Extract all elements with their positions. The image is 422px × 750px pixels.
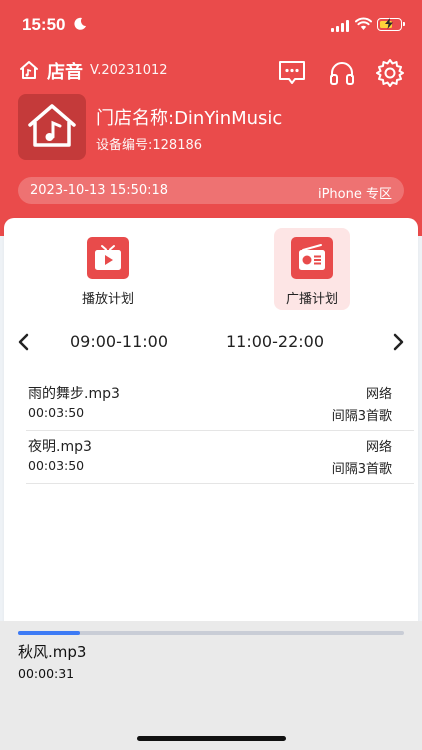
moon-icon bbox=[74, 17, 86, 30]
track-duration: 00:03:50 bbox=[28, 405, 85, 420]
chat-icon[interactable] bbox=[277, 58, 307, 88]
settings-gear-icon[interactable] bbox=[375, 58, 405, 88]
track-row[interactable]: 夜明.mp3 00:03:50 网络 间隔3首歌 bbox=[26, 431, 414, 484]
broadcast-plan-label: 广播计划 bbox=[285, 292, 338, 307]
status-bar: 15:50 bbox=[0, 0, 422, 50]
track-source: 网络 bbox=[365, 387, 392, 402]
radio-icon bbox=[299, 244, 325, 270]
store-name: 门店名称:DinYinMusic bbox=[96, 108, 283, 129]
time-slot-2[interactable]: 11:00-22:00 bbox=[226, 332, 324, 351]
track-row[interactable]: 雨的舞步.mp3 00:03:50 网络 间隔3首歌 bbox=[26, 378, 414, 431]
time-slot-1[interactable]: 09:00-11:00 bbox=[70, 332, 168, 351]
schedule-card: 播放计划 广播计划 09:00-11:00 11:00-22:00 雨的舞步.m… bbox=[4, 218, 418, 624]
track-interval: 间隔3首歌 bbox=[331, 462, 392, 477]
track-duration: 00:03:50 bbox=[28, 458, 85, 473]
track-interval: 间隔3首歌 bbox=[331, 409, 392, 424]
playback-progress-fill bbox=[18, 631, 80, 635]
battery-icon bbox=[377, 18, 405, 31]
track-name: 夜明.mp3 bbox=[28, 439, 92, 455]
current-datetime: 2023-10-13 15:50:18 bbox=[30, 183, 169, 198]
store-home-icon bbox=[20, 61, 38, 79]
play-plan-label: 播放计划 bbox=[81, 292, 134, 307]
wifi-icon bbox=[355, 17, 372, 30]
now-playing-track: 秋风.mp3 bbox=[18, 643, 87, 661]
track-source: 网络 bbox=[365, 440, 392, 455]
chevron-left-icon[interactable] bbox=[16, 333, 32, 351]
chevron-right-icon[interactable] bbox=[390, 333, 406, 351]
device-number: 设备编号:128186 bbox=[96, 138, 203, 153]
now-playing-elapsed: 00:00:31 bbox=[18, 666, 75, 681]
play-plan-icon bbox=[95, 245, 121, 270]
track-name: 雨的舞步.mp3 bbox=[28, 386, 120, 402]
app-header: 15:50 店音 V.20231012 门店名称:DinYinMusic 设备编… bbox=[0, 0, 422, 236]
app-name: 店音 bbox=[47, 62, 83, 83]
status-time: 15:50 bbox=[22, 15, 66, 34]
date-bar: 2023-10-13 15:50:18 iPhone 专区 bbox=[18, 177, 404, 204]
store-logo bbox=[18, 94, 86, 160]
headset-icon[interactable] bbox=[327, 58, 357, 88]
home-indicator[interactable] bbox=[137, 736, 286, 741]
broadcast-plan-button[interactable]: 广播计划 bbox=[274, 228, 350, 310]
cellular-signal-icon bbox=[331, 19, 349, 32]
iphone-zone-label[interactable]: iPhone 专区 bbox=[318, 183, 392, 202]
app-version: V.20231012 bbox=[90, 63, 168, 78]
playback-progress-bar[interactable] bbox=[18, 631, 404, 635]
play-plan-button[interactable]: 播放计划 bbox=[70, 228, 146, 310]
now-playing-bar[interactable]: 秋风.mp3 00:00:31 bbox=[0, 621, 422, 750]
house-music-icon bbox=[28, 104, 76, 147]
